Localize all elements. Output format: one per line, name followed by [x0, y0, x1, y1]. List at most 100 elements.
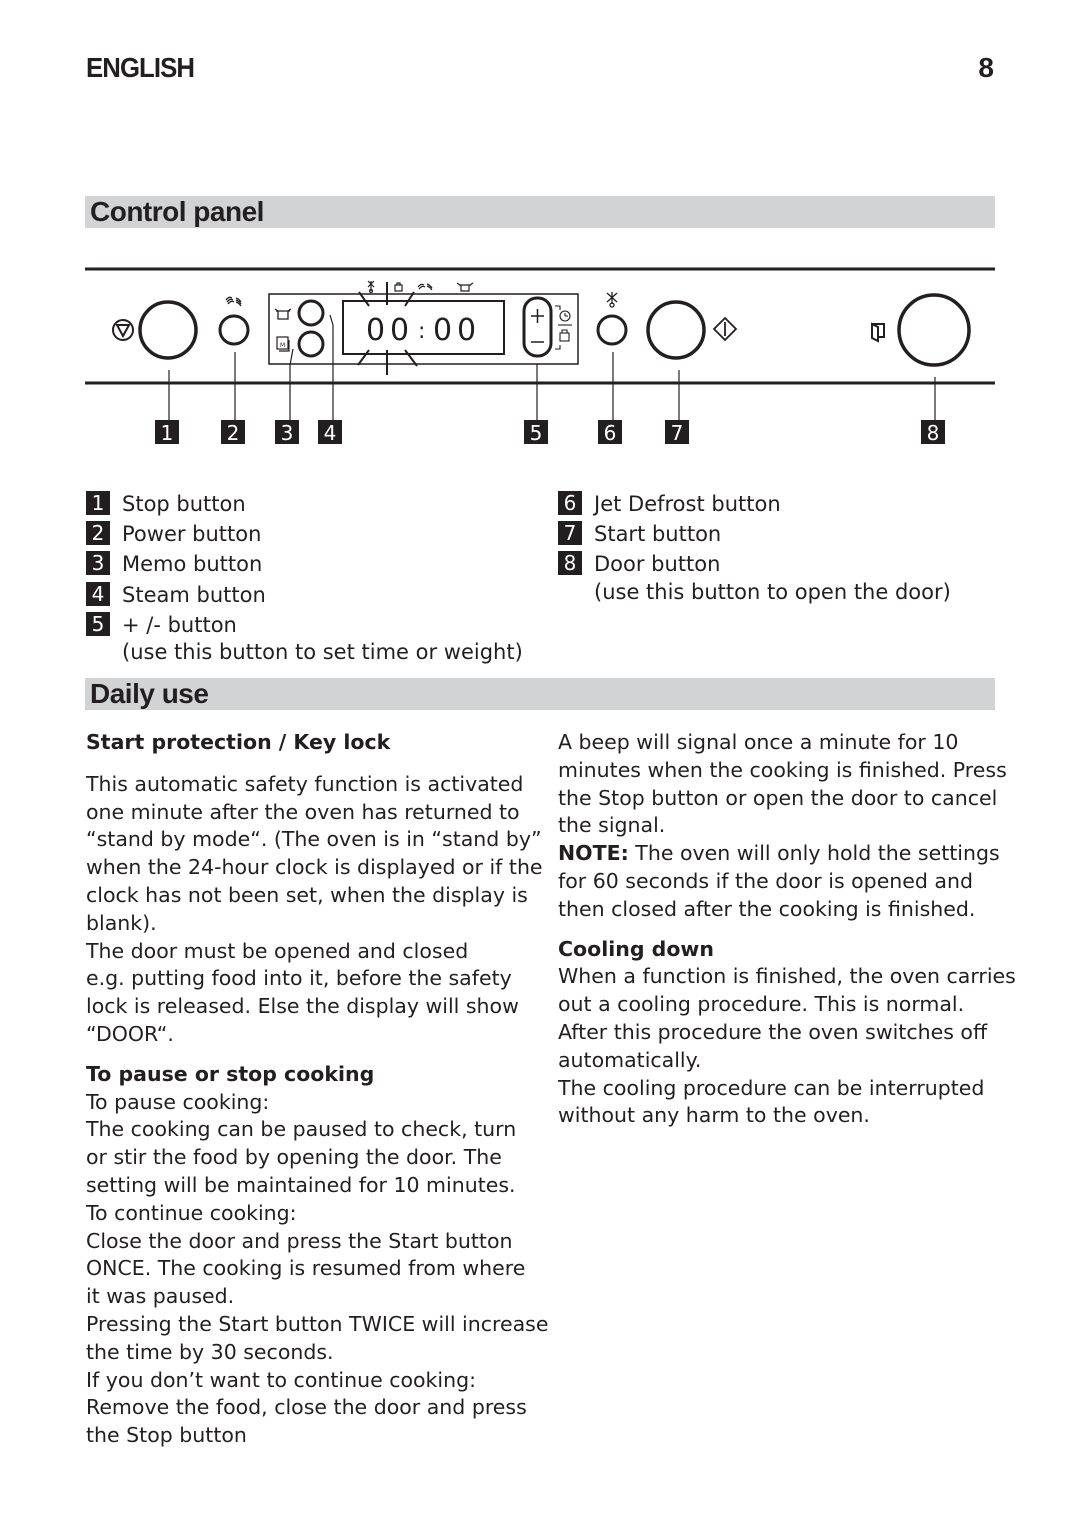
power-icon	[225, 296, 242, 307]
subheading-cooling-down: Cooling down	[558, 936, 714, 961]
section-title: Control panel	[90, 196, 264, 227]
svg-text:1: 1	[161, 421, 174, 445]
legend-item: 1 Stop button	[86, 489, 523, 519]
cooling-down-text: When a function is finished, the oven ca…	[558, 963, 1016, 1130]
text-line: minutes when the cooking is finished. Pr…	[558, 757, 1007, 782]
svg-text:2: 2	[227, 421, 240, 445]
legend-label: Jet Defrost button	[594, 492, 781, 516]
text-line: To continue cooking:	[86, 1200, 297, 1225]
svg-text:7: 7	[671, 421, 684, 445]
timer-icon	[555, 305, 572, 326]
subheading-start-protection: Start protection / Key lock	[86, 730, 391, 754]
start-button[interactable]	[646, 300, 706, 360]
legend-item: 4 Steam button	[86, 580, 523, 610]
legend-label: Door button	[594, 552, 721, 577]
plus-minus-button[interactable]	[522, 296, 553, 358]
legend-label: Steam button	[122, 582, 266, 607]
text-line: when the 24-hour clock is displayed or i…	[86, 855, 543, 880]
legend-label: Stop button	[122, 492, 246, 516]
text-line: out a cooling procedure. This is normal.	[558, 992, 965, 1017]
door-icon	[871, 322, 885, 343]
legend-item: 6 Jet Defrost button	[558, 489, 951, 519]
text-line: the Stop button or open the door to canc…	[558, 785, 998, 810]
text-line: The door must be opened and closed	[86, 938, 469, 963]
callout-badge: 2	[221, 420, 245, 445]
callout-badge: 7	[665, 420, 689, 445]
power-level-icon	[417, 283, 433, 291]
legend-badge: 8	[558, 551, 582, 576]
steam-button[interactable]	[297, 299, 325, 327]
defrost-icon	[367, 280, 375, 294]
text-line: without any harm to the oven.	[558, 1103, 870, 1128]
text-line: ONCE. The cooking is resumed from where	[86, 1256, 526, 1281]
display-separator: :	[418, 319, 425, 344]
legend-badge: 2	[86, 521, 110, 546]
steam-pot-icon	[456, 282, 474, 292]
display-digit: 0	[433, 313, 452, 348]
legend-item: 8 Door button	[558, 549, 951, 579]
svg-text:4: 4	[324, 421, 337, 445]
door-button[interactable]	[897, 293, 971, 367]
text-line: A beep will signal once a minute for 10	[558, 730, 959, 754]
text-line: e.g. putting food into it, before the sa…	[86, 966, 512, 991]
callout-badge: 4	[318, 420, 342, 445]
display-digit: 0	[390, 313, 409, 348]
section-title: Daily use	[90, 678, 209, 709]
legend-label: + /- button	[122, 612, 237, 637]
pause-stop-text: To pause cooking: The cooking can be pau…	[86, 1089, 548, 1450]
legend-badge: 6	[558, 491, 582, 515]
callout-badge: 8	[921, 420, 945, 445]
stop-icon	[112, 319, 134, 341]
text-line: If you don’t want to continue cooking:	[86, 1367, 477, 1392]
jet-defrost-icon	[606, 292, 618, 308]
start-protection-text: This automatic safety function is activa…	[86, 771, 548, 1049]
legend-label: Power button	[122, 522, 262, 547]
svg-text:5: 5	[530, 421, 543, 445]
control-panel-diagram: M 0 0 : 0 0 1 2 3 4 5 6 7 8	[85, 267, 995, 445]
callout-badge: 5	[524, 420, 548, 445]
stop-button[interactable]	[138, 300, 198, 360]
text-line: the Stop button	[86, 1423, 247, 1448]
text-line: it was paused.	[86, 1284, 235, 1309]
legend-right: 6 Jet Defrost button 7 Start button 8 Do…	[558, 489, 951, 607]
text-line: or stir the food by opening the door. Th…	[86, 1145, 502, 1170]
jet-defrost-button[interactable]	[596, 314, 628, 346]
text-line: setting will be maintained for 10 minute…	[86, 1172, 516, 1197]
legend-badge: 4	[86, 581, 110, 606]
legend-left: 1 Stop button 2 Power button 3 Memo butt…	[86, 489, 523, 667]
callout-badge: 3	[275, 420, 299, 445]
memo-button[interactable]	[297, 330, 325, 358]
legend-note: (use this button to set time or weight)	[122, 639, 523, 664]
svg-text:6: 6	[604, 421, 617, 445]
legend-label: Memo button	[122, 552, 263, 577]
text-line: The cooling procedure can be interrupted	[558, 1075, 985, 1100]
svg-text:M: M	[280, 342, 285, 349]
text-line: the signal.	[558, 813, 666, 838]
start-icon	[712, 316, 738, 342]
svg-text:3: 3	[281, 421, 294, 445]
text-line: After this procedure the oven switches o…	[558, 1019, 988, 1044]
svg-text:8: 8	[927, 421, 940, 445]
text-line: The cooking can be paused to check, turn	[86, 1117, 517, 1142]
text-line: “DOOR“.	[86, 1021, 174, 1046]
note-line: NOTE: The oven will only hold the settin…	[558, 840, 1016, 868]
weight-icon	[394, 282, 403, 292]
text-line: Pressing the Start button TWICE will inc…	[86, 1311, 549, 1336]
legend-item: 2 Power button	[86, 519, 523, 549]
left-column: Start protection / Key lock This automat…	[86, 729, 548, 1450]
power-button[interactable]	[218, 314, 250, 346]
text-line: This automatic safety function is activa…	[86, 771, 524, 796]
callout-badge: 1	[155, 420, 179, 445]
subheading-pause-stop: To pause or stop cooking	[86, 1061, 375, 1086]
text-line: blank).	[86, 910, 157, 935]
weight-icon	[555, 329, 570, 350]
text-line: one minute after the oven has returned t…	[86, 799, 520, 824]
text-line: To pause cooking:	[86, 1089, 270, 1114]
legend-label: Start button	[594, 522, 722, 547]
steam-pot-icon	[274, 308, 292, 320]
section-header-control-panel: Control panel	[85, 196, 995, 228]
text-line: lock is released. Else the display will …	[86, 994, 519, 1019]
text-line: The oven will only hold the settings	[628, 841, 1000, 866]
legend-note: (use this button to open the door)	[594, 579, 951, 604]
note-label: NOTE:	[558, 841, 629, 866]
